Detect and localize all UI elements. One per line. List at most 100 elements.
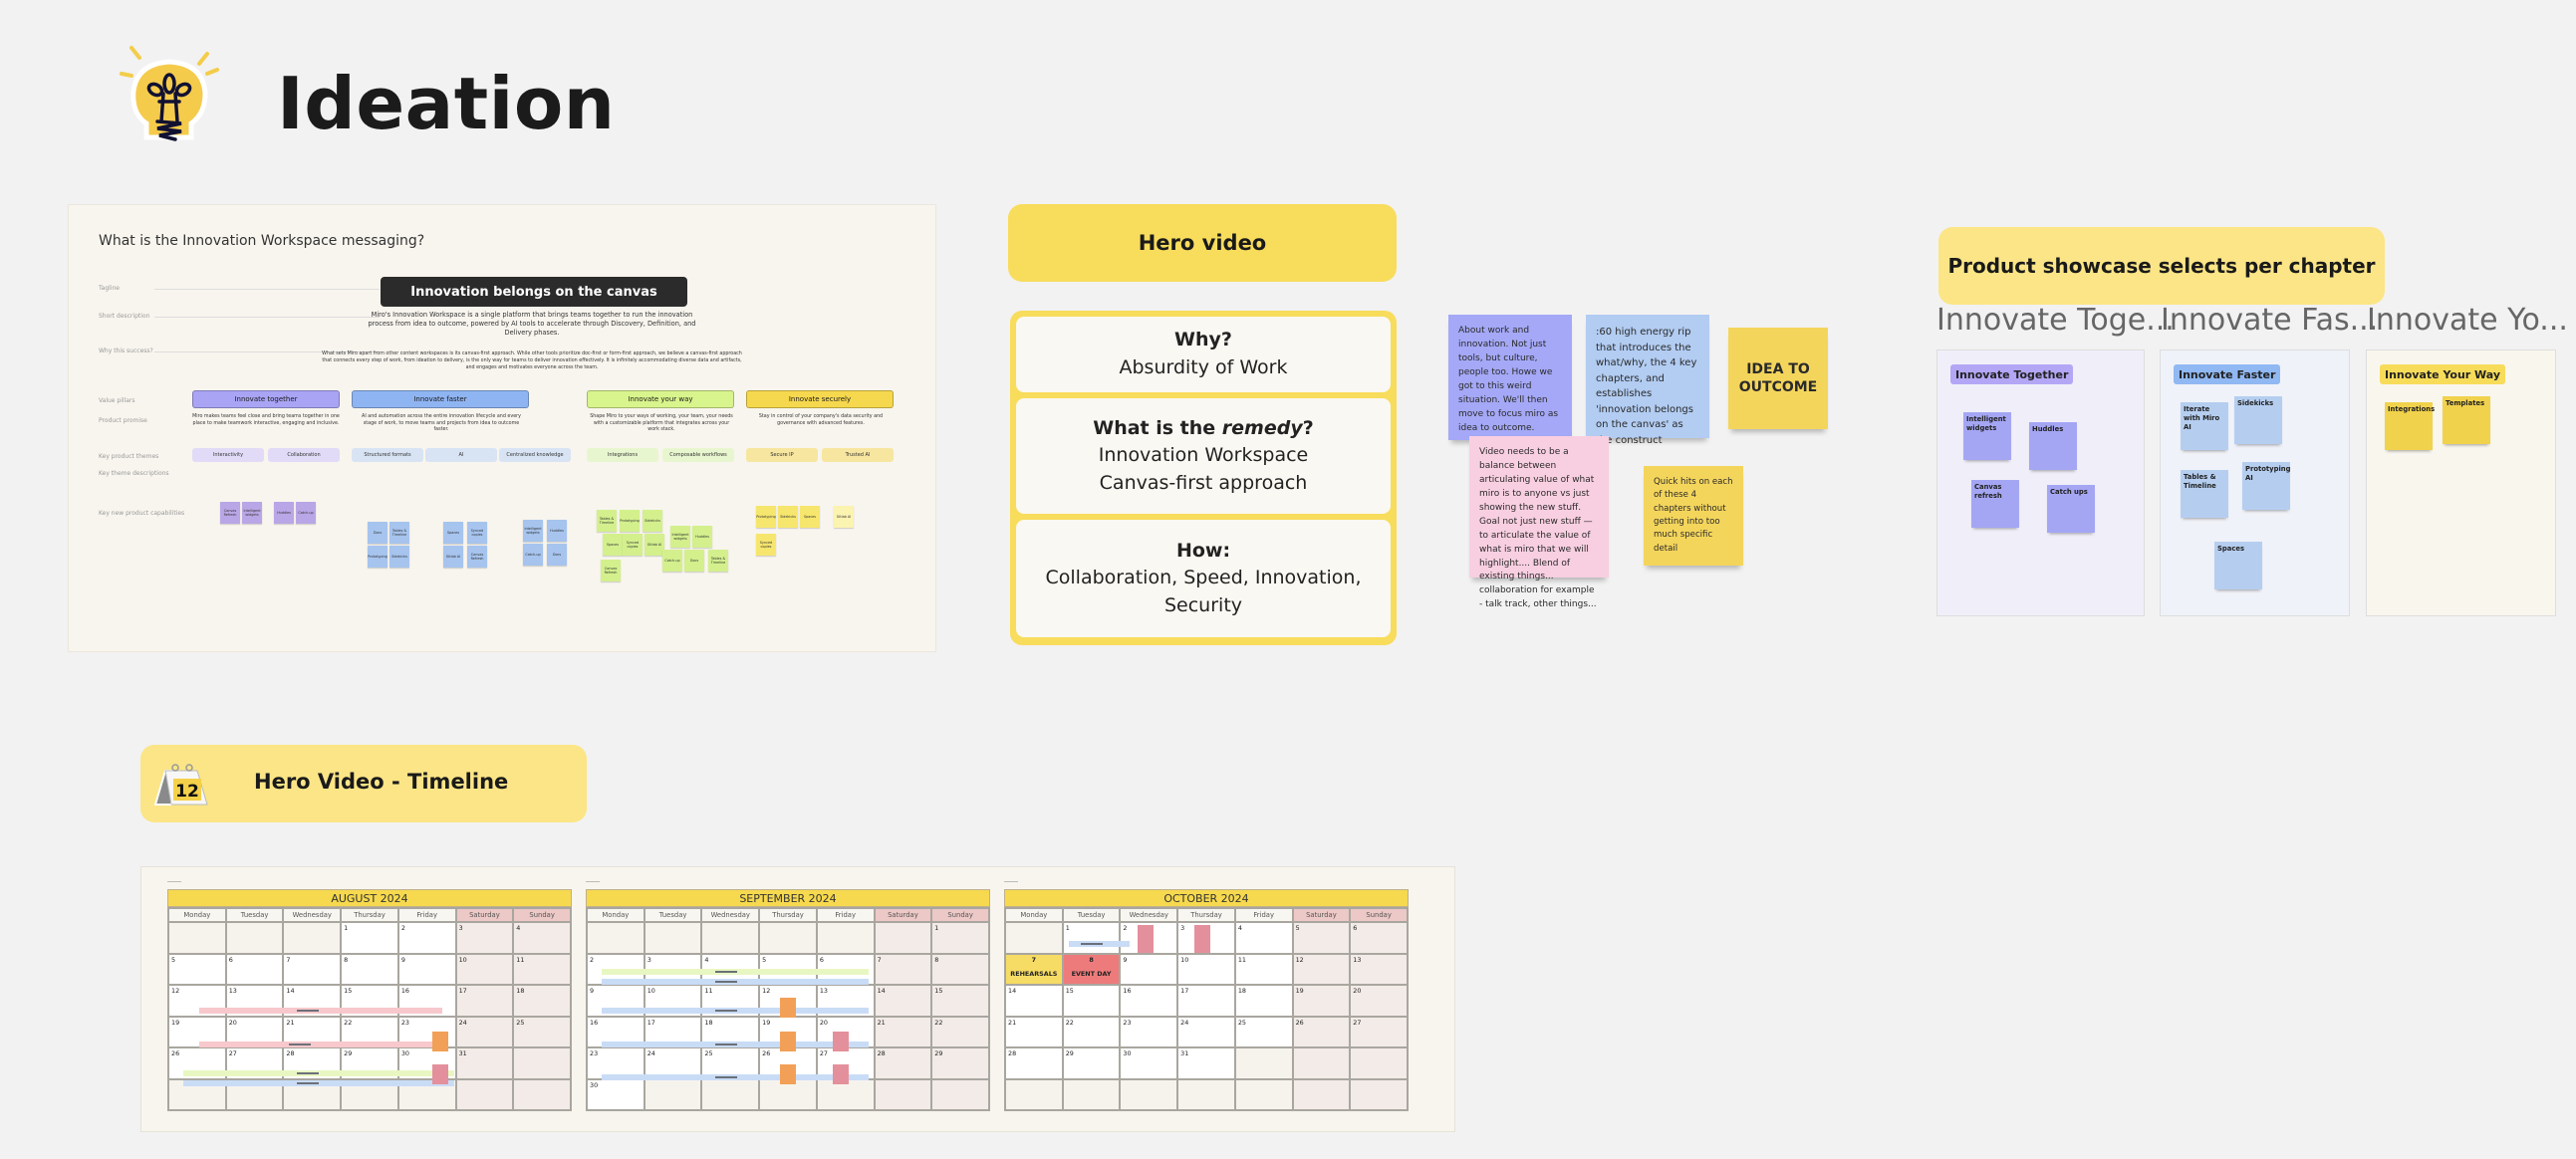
calendar-day[interactable]: 1 xyxy=(342,923,399,955)
calendar-cell-empty[interactable] xyxy=(1235,1079,1294,1111)
calendar-cell-empty[interactable] xyxy=(817,1079,876,1111)
calendar-cell-empty[interactable] xyxy=(875,1079,933,1111)
capability-sticky[interactable]: Spaces xyxy=(443,522,463,544)
calendar-cell-empty[interactable] xyxy=(932,1079,990,1111)
calendar-day[interactable]: 15 xyxy=(1063,986,1122,1018)
sticky-note-quick-hits[interactable]: Quick hits on each of these 4 chapters w… xyxy=(1644,466,1743,566)
calendar-cell-empty[interactable] xyxy=(1235,1048,1294,1080)
calendar-day[interactable]: 29 xyxy=(1063,1048,1122,1080)
calendar-cell-empty[interactable] xyxy=(588,923,645,955)
capability-sticky[interactable]: Huddles xyxy=(692,526,712,548)
calendar-day[interactable]: 17 xyxy=(1178,986,1236,1018)
calendar-day[interactable]: 18 xyxy=(1235,986,1294,1018)
capability-sticky[interactable]: Docs xyxy=(368,522,387,544)
calendar-day[interactable]: 4 xyxy=(514,923,572,955)
calendar-day[interactable]: 8 EVENT DAY xyxy=(1063,954,1122,986)
frame-title-innovate-your-way[interactable]: Innovate Yo... xyxy=(2367,303,2568,338)
hero-video-table[interactable]: Why? Absurdity of Work What is the remed… xyxy=(1010,311,1397,645)
calendar-cell-empty[interactable] xyxy=(284,923,343,955)
capability-sticky[interactable]: Spaces xyxy=(603,534,623,556)
calendar-cell-empty[interactable] xyxy=(1121,1079,1179,1111)
showcase-sticky[interactable]: Templates xyxy=(2443,396,2490,444)
capability-sticky[interactable]: Docs xyxy=(547,544,567,566)
showcase-sticky[interactable]: Catch ups xyxy=(2047,485,2095,533)
calendar-cell-empty[interactable] xyxy=(644,923,703,955)
capability-sticky[interactable]: Docs xyxy=(684,550,704,572)
calendar-cell-empty[interactable] xyxy=(1178,1079,1236,1111)
capability-sticky[interactable]: Prototyping xyxy=(620,510,640,532)
showcase-sticky[interactable]: Sidekicks xyxy=(2234,396,2282,444)
hero-video-header[interactable]: Hero video xyxy=(1008,204,1397,282)
calendar-day[interactable]: 26 xyxy=(1293,1017,1352,1048)
calendar-frame[interactable]: AUGUST 2024 Monday Tuesday Wednesday Thursda… xyxy=(140,866,1455,1132)
calendar-day[interactable]: 27 xyxy=(1351,1017,1409,1048)
capability-sticky[interactable]: Catch-up xyxy=(662,550,682,572)
calendar-day[interactable]: 8 xyxy=(932,954,990,986)
capability-sticky[interactable]: Intelligent widgets xyxy=(670,526,690,548)
calendar-day[interactable]: 10 xyxy=(1178,954,1236,986)
calendar-day[interactable]: 9 xyxy=(1121,954,1179,986)
calendar-day[interactable]: 10 xyxy=(456,954,515,986)
calendar-cell-empty[interactable] xyxy=(875,923,933,955)
capability-sticky[interactable]: Prototyping xyxy=(756,506,776,528)
capability-sticky[interactable]: Catch-up xyxy=(523,544,543,566)
capability-sticky[interactable]: Sidekicks xyxy=(643,510,662,532)
calendar-day[interactable]: 1 xyxy=(1063,923,1122,955)
showcase-sticky[interactable]: Spaces xyxy=(2214,542,2262,589)
frame-title-innovate-together[interactable]: Innovate Toge... xyxy=(1936,303,2175,338)
calendar-day[interactable]: 31 xyxy=(1178,1048,1236,1080)
calendar-day[interactable]: 13 xyxy=(1351,954,1409,986)
capability-sticky[interactable]: Huddles xyxy=(547,520,567,542)
capability-sticky[interactable]: Tables & Timeline xyxy=(597,510,617,532)
calendar-day[interactable]: 14 xyxy=(1006,986,1064,1018)
calendar-day[interactable]: 14 xyxy=(875,986,933,1018)
calendar-day[interactable]: 12 xyxy=(1293,954,1352,986)
calendar-day[interactable]: 11 xyxy=(514,954,572,986)
frame-innovate-faster[interactable]: Innovate Faster Iterate with Miro AI Side… xyxy=(2160,349,2350,616)
calendar-day[interactable]: 17 xyxy=(456,986,515,1018)
calendar-day[interactable]: 22 xyxy=(1063,1017,1122,1048)
calendar-cell-empty[interactable] xyxy=(644,1079,703,1111)
calendar-day[interactable]: 24 xyxy=(1178,1017,1236,1048)
calendar-day[interactable]: 20 xyxy=(1351,986,1409,1018)
calendar-cell-empty[interactable] xyxy=(1006,1079,1064,1111)
capability-sticky[interactable]: Tables & Timeline xyxy=(389,522,409,544)
calendar-day[interactable]: 2 xyxy=(398,923,457,955)
calendar-cell-empty[interactable] xyxy=(169,923,227,955)
calendar-day[interactable]: 5 xyxy=(1293,923,1352,955)
capability-sticky[interactable]: Synced copies xyxy=(467,522,487,544)
calendar-day[interactable]: 28 xyxy=(875,1048,933,1080)
calendar-cell-empty[interactable] xyxy=(456,1079,515,1111)
showcase-sticky[interactable]: Prototyping AI xyxy=(2242,462,2291,510)
capability-sticky[interactable]: Sidekicks xyxy=(389,546,409,568)
sticky-note-balance[interactable]: Video needs to be a balance between arti… xyxy=(1469,436,1609,609)
calendar-day[interactable]: 21 xyxy=(1006,1017,1064,1048)
calendar-day[interactable]: 1 xyxy=(932,923,990,955)
calendar-day[interactable]: 31 xyxy=(456,1048,515,1080)
calendar-cell-empty[interactable] xyxy=(1006,923,1064,955)
calendar-day[interactable]: 6 xyxy=(1351,923,1409,955)
sticky-note-idea-to-outcome[interactable]: IDEA TO OUTCOME xyxy=(1728,328,1828,429)
showcase-sticky[interactable]: Iterate with Miro AI xyxy=(2181,402,2228,450)
capability-sticky[interactable]: Spaces xyxy=(800,506,820,528)
capability-sticky[interactable]: Canvas Refresh xyxy=(601,560,621,581)
showcase-sticky[interactable]: Tables & Timeline xyxy=(2181,470,2228,518)
calendar-day[interactable]: 7 xyxy=(875,954,933,986)
capability-sticky[interactable]: Catch-up xyxy=(296,502,316,524)
calendar-cell-empty[interactable] xyxy=(1293,1079,1352,1111)
capability-sticky[interactable]: Intelligent widgets xyxy=(242,502,262,524)
calendar-day[interactable]: 28 xyxy=(1006,1048,1064,1080)
capability-sticky[interactable]: Gitlab AI xyxy=(834,506,854,528)
calendar-cell-empty[interactable] xyxy=(1351,1048,1409,1080)
capability-sticky[interactable]: Canvas Refresh xyxy=(220,502,240,524)
capability-sticky[interactable]: Canvas Refresh xyxy=(467,546,487,568)
messaging-frame[interactable]: What is the Innovation Workspace messagi… xyxy=(68,204,936,652)
capability-sticky[interactable]: Gitlab AI xyxy=(644,534,664,556)
frame-innovate-together[interactable]: Innovate Together Intelligent widgets Hud… xyxy=(1936,349,2145,616)
calendar-day[interactable]: 18 xyxy=(514,986,572,1018)
capability-sticky[interactable]: Gitlab AI xyxy=(443,546,463,568)
calendar-day[interactable]: 19 xyxy=(1293,986,1352,1018)
calendar-cell-empty[interactable] xyxy=(702,1079,761,1111)
calendar-day[interactable]: 5 xyxy=(169,954,227,986)
calendar-day[interactable]: 15 xyxy=(932,986,990,1018)
